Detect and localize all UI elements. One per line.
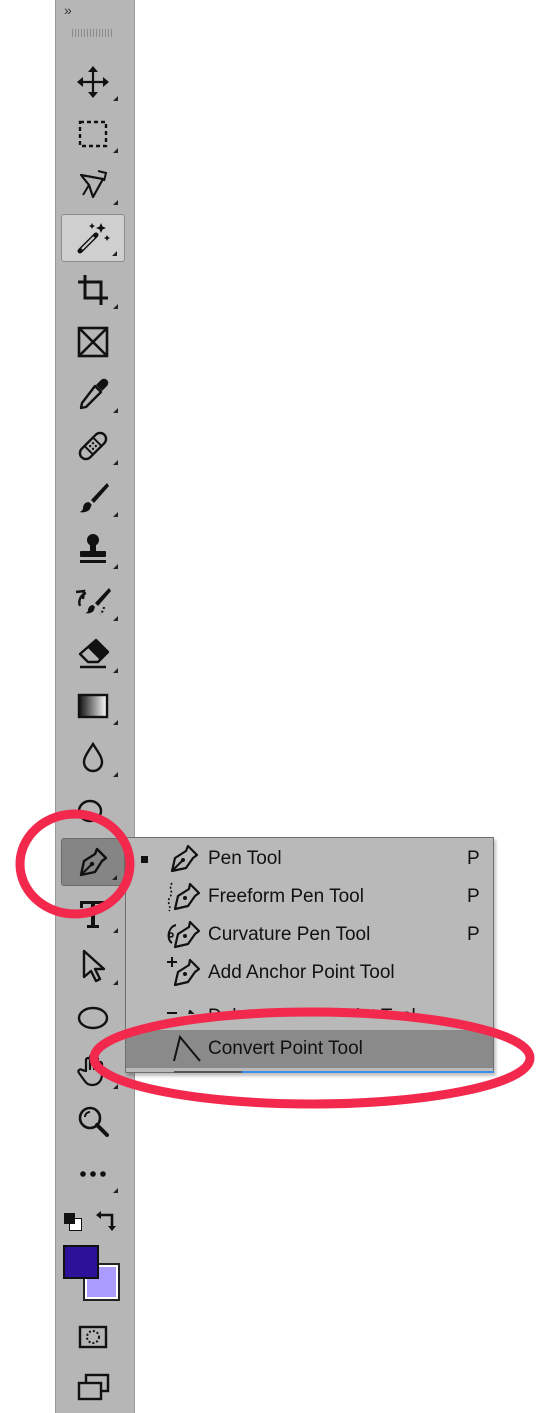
zoom-tool-button[interactable] <box>61 1098 125 1146</box>
pen-tool-flyout-menu: Pen Tool P Freeform Pen Tool P Curvature… <box>125 837 494 1073</box>
marquee-icon <box>78 120 108 148</box>
ellipse-icon <box>77 1006 109 1030</box>
menu-scroll-indicator <box>174 1071 242 1073</box>
crop-tool-button[interactable] <box>61 266 125 314</box>
frame-icon <box>77 326 109 358</box>
brush-tool-button[interactable] <box>61 474 125 522</box>
flyout-item-curvature-pen-tool[interactable]: Curvature Pen Tool P <box>126 916 493 954</box>
rectangular-marquee-tool-button[interactable] <box>61 110 125 158</box>
type-tool-button[interactable] <box>61 890 125 938</box>
dodge-icon <box>77 799 108 828</box>
screen-mode-button[interactable] <box>61 1364 125 1412</box>
flyout-item-label: Curvature Pen Tool <box>208 924 371 945</box>
clone-stamp-tool-button[interactable] <box>61 526 125 574</box>
flyout-item-add-anchor-point-tool[interactable]: Add Anchor Point Tool <box>126 954 493 992</box>
flyout-item-shortcut: P <box>467 924 480 945</box>
move-tool-button[interactable] <box>61 58 125 106</box>
magic-wand-icon <box>77 223 110 254</box>
eyedropper-icon <box>79 378 109 410</box>
collapse-panel-icon[interactable]: » <box>64 2 72 18</box>
blur-tool-button[interactable] <box>61 734 125 782</box>
eraser-icon <box>78 638 110 669</box>
more-icon <box>80 1171 106 1177</box>
flyout-item-label: Delete Anchor Point Tool <box>208 1006 416 1014</box>
flyout-item-label: Freeform Pen Tool <box>208 886 364 907</box>
pen-icon <box>170 844 199 873</box>
flyout-item-label: Convert Point Tool <box>208 1038 363 1059</box>
magic-wand-tool-button[interactable] <box>61 214 125 262</box>
quick-mask-button[interactable] <box>61 1313 125 1361</box>
flyout-item-pen-tool[interactable]: Pen Tool P <box>126 840 493 878</box>
history-brush-tool-button[interactable] <box>61 578 125 626</box>
arrow-icon <box>82 949 106 983</box>
panel-grip[interactable] <box>72 29 112 37</box>
convert-point-icon <box>173 1034 201 1062</box>
flyout-item-convert-point-tool[interactable]: Convert Point Tool <box>126 1030 493 1068</box>
history-brush-icon <box>75 588 111 615</box>
healing-brush-tool-button[interactable] <box>61 422 125 470</box>
crop-icon <box>78 275 108 305</box>
zoom-icon <box>78 1106 109 1137</box>
frame-tool-button[interactable] <box>61 318 125 366</box>
quick-mask-icon <box>78 1325 108 1349</box>
flyout-item-shortcut: P <box>467 886 480 907</box>
move-icon <box>77 66 109 98</box>
flyout-item-label: Pen Tool <box>208 848 282 869</box>
flyout-item-label: Add Anchor Point Tool <box>208 962 395 983</box>
lasso-tool-button[interactable] <box>61 162 125 210</box>
brush-icon <box>79 483 109 513</box>
ellipse-tool-button[interactable] <box>61 994 125 1042</box>
screen-mode-icon <box>77 1373 110 1401</box>
stamp-icon <box>80 534 106 563</box>
gradient-icon <box>77 693 109 719</box>
eyedropper-tool-button[interactable] <box>61 370 125 418</box>
delete-anchor-icon <box>167 1009 195 1014</box>
flyout-item-shortcut: P <box>467 848 480 869</box>
eraser-tool-button[interactable] <box>61 630 125 678</box>
pen-tool-button[interactable] <box>61 838 125 886</box>
swap-colors-icon[interactable] <box>95 1209 121 1235</box>
bandage-icon <box>78 431 108 461</box>
type-icon <box>80 901 106 928</box>
path-selection-tool-button[interactable] <box>61 942 125 990</box>
hand-icon <box>77 1053 104 1087</box>
hand-tool-button[interactable] <box>61 1046 125 1094</box>
drop-icon <box>82 741 104 773</box>
pen-icon <box>79 847 108 877</box>
foreground-color-swatch[interactable] <box>63 1245 99 1279</box>
curvature-pen-icon <box>167 920 201 949</box>
flyout-item-delete-anchor-point-tool[interactable]: Delete Anchor Point Tool <box>126 992 493 1014</box>
edit-toolbar-button[interactable] <box>61 1150 125 1198</box>
gradient-tool-button[interactable] <box>61 682 125 730</box>
dodge-tool-button[interactable] <box>61 786 125 834</box>
freeform-pen-icon <box>167 882 201 912</box>
lasso-icon <box>79 170 108 199</box>
selected-indicator <box>141 855 148 863</box>
flyout-item-freeform-pen-tool[interactable]: Freeform Pen Tool P <box>126 878 493 916</box>
default-colors-icon[interactable] <box>63 1212 83 1232</box>
add-anchor-icon <box>167 957 201 987</box>
